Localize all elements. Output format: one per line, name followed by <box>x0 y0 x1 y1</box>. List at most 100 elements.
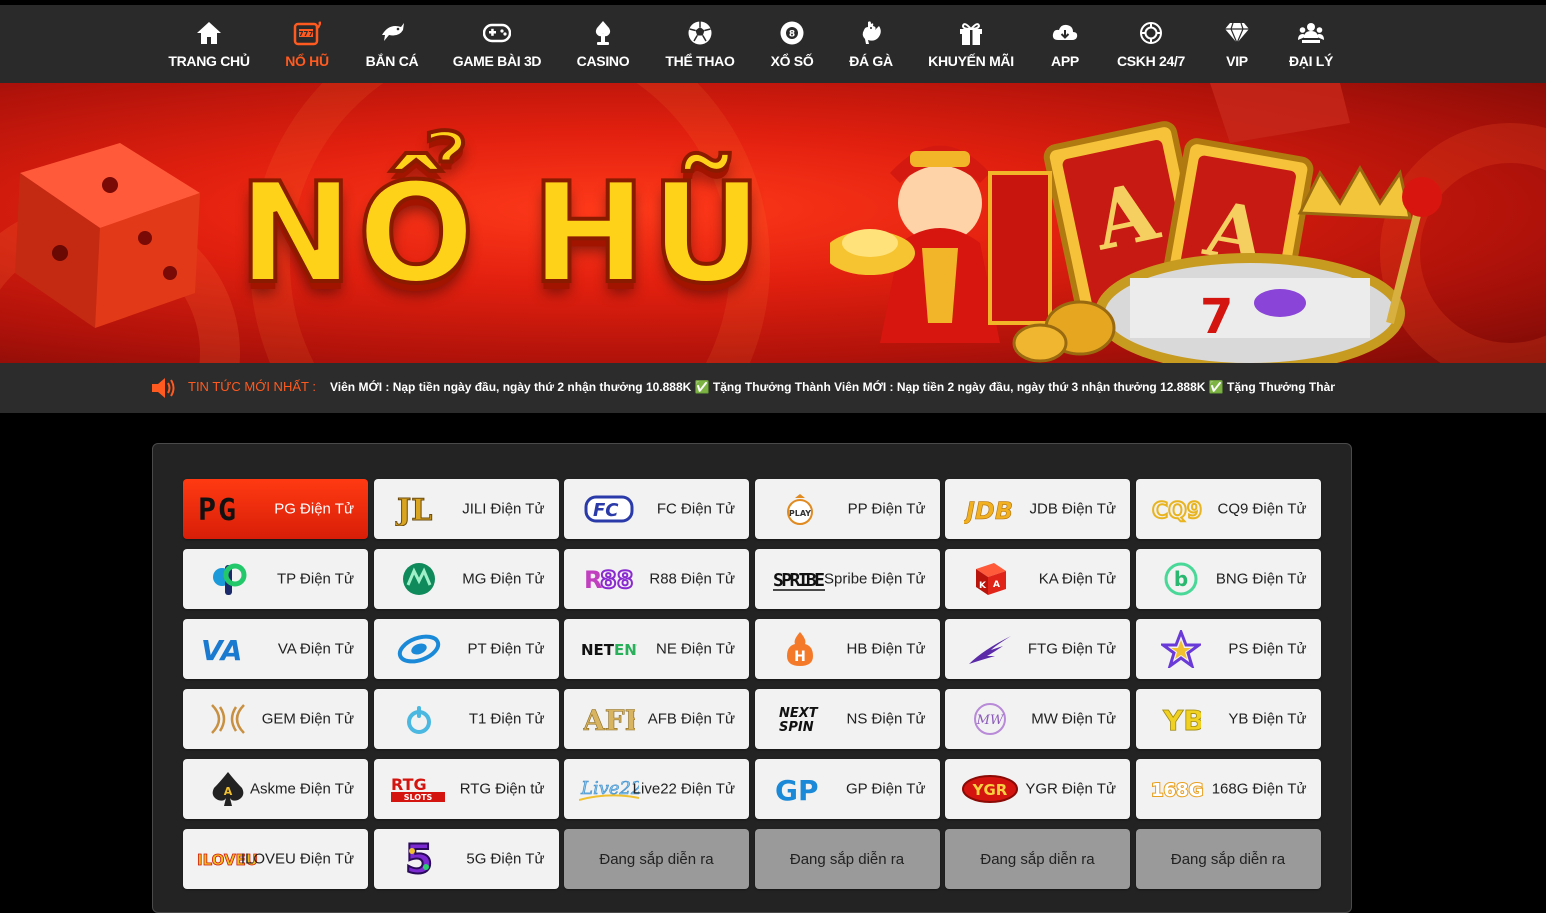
svg-text:NET: NET <box>581 641 615 659</box>
nav-item-app[interactable]: APP <box>1048 19 1082 79</box>
provider-tile[interactable]: H HB Điện Tử <box>754 619 940 679</box>
provider-label: FC Điện Tử <box>656 500 735 518</box>
svg-text:ENT: ENT <box>614 641 637 659</box>
provider-tile[interactable]: PT Điện Tử <box>373 619 559 679</box>
provider-label: AFB Điện Tử <box>647 710 735 728</box>
provider-tile[interactable]: T1 Điện Tử <box>373 689 559 749</box>
fish-icon <box>378 19 406 47</box>
provider-label: FTG Điện Tử <box>1027 640 1116 658</box>
nav-item-no-hu[interactable]: 777 NỔ HŨ <box>282 19 332 79</box>
provider-tile[interactable]: NEXT SPIN NS Điện Tử <box>754 689 940 749</box>
nav-label: KHUYẾN MÃI <box>928 53 1014 69</box>
provider-tile[interactable]: MW MW Điện Tử <box>945 689 1130 749</box>
provider-logo: YB <box>1148 699 1214 739</box>
provider-label: KA Điện Tử <box>1038 570 1116 588</box>
provider-label: GP Điện Tử <box>845 780 926 798</box>
nav-item-cskh[interactable]: CSKH 24/7 <box>1116 19 1186 79</box>
nav-label: THỂ THAO <box>665 53 735 69</box>
provider-label: PT Điện Tử <box>467 640 545 658</box>
svg-text:H: H <box>794 649 806 665</box>
provider-tile[interactable]: PLAY PP Điện Tử <box>754 479 940 539</box>
provider-label: NE Điện Tử <box>656 640 735 658</box>
provider-label: 168G Điện Tử <box>1211 780 1307 798</box>
provider-tile[interactable]: CQ9 CQ9 Điện Tử <box>1135 479 1321 539</box>
cloud-download-icon <box>1051 19 1079 47</box>
nav-label: GAME BÀI 3D <box>452 53 542 69</box>
provider-label: HB Điện Tử <box>846 640 926 658</box>
nav-item-trang-chu[interactable]: TRANG CHỦ <box>168 19 250 79</box>
provider-tile[interactable]: TP Điện Tử <box>183 549 368 609</box>
provider-tile[interactable]: MG Điện Tử <box>373 549 559 609</box>
provider-label: RTG Điện tử <box>459 780 545 798</box>
slot-machine-illustration: A A 7 <box>830 121 1442 363</box>
provider-label: R88 Điện Tử <box>649 570 735 588</box>
provider-tile[interactable]: VA VA Điện Tử <box>183 619 368 679</box>
provider-logo <box>957 629 1023 669</box>
provider-tile[interactable]: R 88 R88 Điện Tử <box>564 549 749 609</box>
svg-text:PG: PG <box>198 494 238 524</box>
provider-label: BNG Điện Tử <box>1215 570 1307 588</box>
provider-tile[interactable]: A Askme Điện Tử <box>183 759 368 819</box>
coming-soon-tile: Đang sắp diễn ra <box>945 829 1130 889</box>
provider-tile[interactable]: b BNG Điện Tử <box>1135 549 1321 609</box>
nav-item-dai-ly[interactable]: ĐẠI LÝ <box>1286 19 1336 79</box>
provider-tile[interactable]: GEM Điện Tử <box>183 689 368 749</box>
provider-tile[interactable]: JL JILI Điện Tử <box>373 479 559 539</box>
coming-soon-label: Đang sắp diễn ra <box>1170 850 1286 868</box>
provider-logo: CQ9 <box>1148 489 1214 529</box>
provider-tile[interactable]: RTG SLOTS RTG Điện tử <box>373 759 559 819</box>
coming-soon-tile: Đang sắp diễn ra <box>564 829 749 889</box>
provider-logo: JL <box>386 489 452 529</box>
svg-text:CQ9: CQ9 <box>1152 499 1202 524</box>
provider-tile[interactable]: YGR YGR Điện Tử <box>945 759 1130 819</box>
provider-label: JILI Điện Tử <box>462 500 545 518</box>
nav-item-da-ga[interactable]: ĐÁ GÀ <box>848 19 894 79</box>
soccer-ball-icon <box>686 19 714 47</box>
provider-logo: GP <box>767 769 833 809</box>
provider-tile[interactable]: AFB AFB Điện Tử <box>564 689 749 749</box>
provider-tile[interactable]: ILOVEU ILOVEU Điện Tử <box>183 829 368 889</box>
rooster-icon <box>857 19 885 47</box>
provider-logo: JDB <box>957 489 1023 529</box>
provider-tile[interactable]: YB YB Điện Tử <box>1135 689 1321 749</box>
nav-label: CSKH 24/7 <box>1116 53 1186 69</box>
nav-item-ban-ca[interactable]: BẮN CÁ <box>364 19 420 79</box>
provider-tile[interactable]: FTG Điện Tử <box>945 619 1130 679</box>
agent-group-icon <box>1297 19 1325 47</box>
provider-tile[interactable]: Live22 Live22 Điện Tử <box>564 759 749 819</box>
provider-label: GEM Điện Tử <box>261 710 354 728</box>
svg-text:GP: GP <box>775 774 819 805</box>
nav-item-game-bai-3d[interactable]: GAME BÀI 3D <box>452 19 542 79</box>
provider-tile[interactable]: K A KA Điện Tử <box>945 549 1130 609</box>
provider-tile[interactable]: PG PG Điện Tử <box>183 479 368 539</box>
provider-label: 5G Điện Tử <box>466 850 545 868</box>
provider-tile[interactable]: GP GP Điện Tử <box>754 759 940 819</box>
provider-logo: YGR <box>957 769 1023 809</box>
dice-illustration <box>15 143 200 328</box>
provider-tile[interactable]: NETENT NE Điện Tử <box>564 619 749 679</box>
coming-soon-label: Đang sắp diễn ra <box>599 850 714 868</box>
svg-text:JDB: JDB <box>964 497 1013 524</box>
provider-logo: PLAY <box>767 489 833 529</box>
svg-text:A: A <box>993 580 1000 590</box>
nav-item-xo-so[interactable]: 8 XỔ SỐ <box>768 19 816 79</box>
nav-item-khuyen-mai[interactable]: KHUYẾN MÃI <box>928 19 1014 79</box>
provider-tile[interactable]: FC FC Điện Tử <box>564 479 749 539</box>
provider-tile[interactable]: SPRIBE Spribe Điện Tử <box>754 549 940 609</box>
provider-tile[interactable]: 168G 168G Điện Tử <box>1135 759 1321 819</box>
lottery-ball-icon: 8 <box>778 19 806 47</box>
provider-logo: NETENT <box>576 629 642 669</box>
svg-text:SPRIBE: SPRIBE <box>773 570 825 591</box>
provider-label: MW Điện Tử <box>1031 710 1116 728</box>
nav-item-casino[interactable]: CASINO <box>575 19 631 79</box>
nav-label: NỔ HŨ <box>285 53 329 69</box>
nav-item-the-thao[interactable]: THỂ THAO <box>664 19 736 79</box>
provider-tile[interactable]: 5 5G Điện Tử <box>373 829 559 889</box>
provider-tile[interactable]: JDB JDB Điện Tử <box>945 479 1130 539</box>
nav-item-vip[interactable]: VIP <box>1222 19 1252 79</box>
provider-tile[interactable]: PS Điện Tử <box>1135 619 1321 679</box>
provider-logo: 5 <box>386 839 452 879</box>
coming-soon-tile: Đang sắp diễn ra <box>754 829 940 889</box>
provider-label: Spribe Điện Tử <box>824 570 926 588</box>
svg-text:MW: MW <box>976 713 1005 728</box>
